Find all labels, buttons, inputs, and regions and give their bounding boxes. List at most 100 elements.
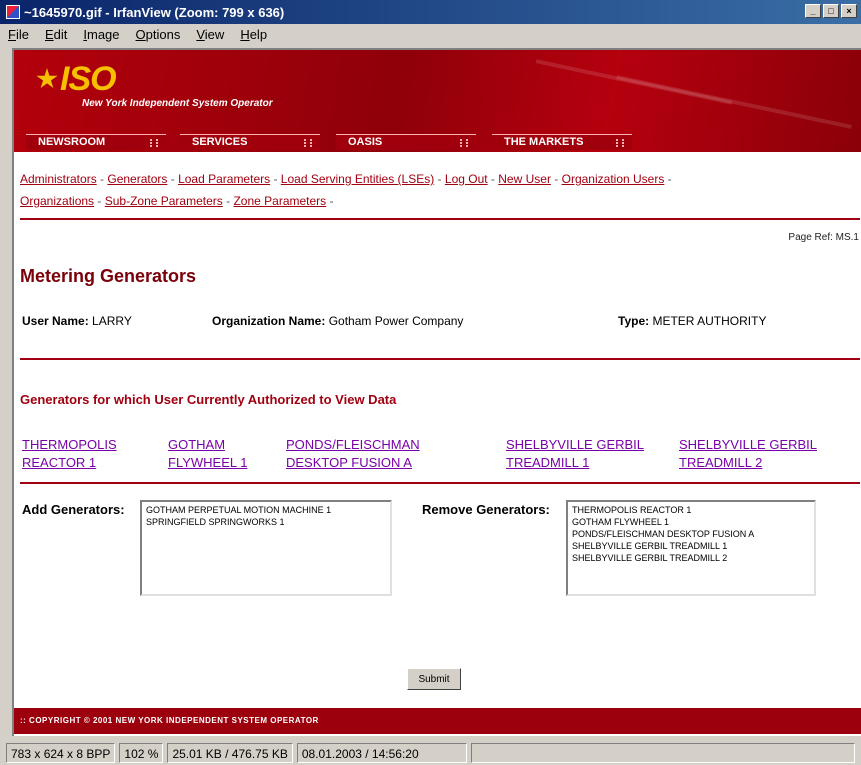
user-name-field: User Name: LARRY <box>22 314 132 328</box>
listbox-option[interactable]: SHELBYVILLE GERBIL TREADMILL 2 <box>572 552 810 564</box>
authorized-generators-list: THERMOPOLIS REACTOR 1 GOTHAM FLYWHEEL 1 PO… <box>14 436 861 476</box>
link-log-out[interactable]: Log Out <box>445 172 488 186</box>
type-label: Type: <box>618 314 650 328</box>
link-separator: - <box>94 194 105 208</box>
generator-link-ponds-fleischman-desktop-fusion-a[interactable]: PONDS/FLEISCHMAN DESKTOP FUSION A <box>286 436 446 472</box>
status-bar: 783 x 624 x 8 BPP 102 % 25.01 KB / 476.7… <box>0 740 861 765</box>
grip-icon <box>616 139 624 147</box>
listbox-option[interactable]: SHELBYVILLE GERBIL TREADMILL 1 <box>572 540 810 552</box>
menu-view[interactable]: View <box>196 27 224 42</box>
window-controls: _ □ × <box>805 4 857 18</box>
link-sub-zone-parameters[interactable]: Sub-Zone Parameters <box>105 194 223 208</box>
generator-link-line: FLYWHEEL 1 <box>168 455 248 470</box>
remove-generators-label: Remove Generators: <box>422 502 550 517</box>
generator-link-line: DESKTOP FUSION A <box>286 455 412 470</box>
menu-help[interactable]: Help <box>240 27 267 42</box>
tab-label: OASIS <box>348 136 383 148</box>
banner-streak <box>616 75 852 129</box>
page-ref: Page Ref: MS.1 <box>788 232 859 243</box>
organization-name-value: Gotham Power Company <box>328 314 464 328</box>
generator-link-line: THERMOPOLIS <box>22 437 117 452</box>
ny-state-logo-icon <box>36 68 58 89</box>
tab-label: NEWSROOM <box>38 136 106 148</box>
grip-icon <box>150 139 158 147</box>
type-value: METER AUTHORITY <box>652 314 767 328</box>
link-separator: - <box>487 172 499 186</box>
title-bar[interactable]: ~1645970.gif - IrfanView (Zoom: 799 x 63… <box>0 0 861 24</box>
generator-link-line: SHELBYVILLE GERBIL <box>506 437 645 452</box>
link-new-user[interactable]: New User <box>498 172 551 186</box>
listbox-option[interactable]: PONDS/FLEISCHMAN DESKTOP FUSION A <box>572 528 810 540</box>
menu-file[interactable]: File <box>8 27 29 42</box>
main-nav-tabs: NEWSROOM SERVICES OASIS THE MARKETS <box>14 134 861 152</box>
link-organizations[interactable]: Organizations <box>20 194 94 208</box>
listbox-option[interactable]: GOTHAM FLYWHEEL 1 <box>572 516 810 528</box>
submit-button[interactable]: Submit <box>407 668 461 690</box>
generator-link-line: TREADMILL 1 <box>506 455 590 470</box>
listbox-option[interactable]: THERMOPOLIS REACTOR 1 <box>572 504 810 516</box>
grip-icon <box>304 139 312 147</box>
link-separator: - <box>167 172 179 186</box>
generator-link-shelbyville-gerbil-treadmill-2[interactable]: SHELBYVILLE GERBIL TREADMILL 2 <box>679 436 839 472</box>
type-field: Type: METER AUTHORITY <box>618 314 766 328</box>
authorized-generators-heading: Generators for which User Currently Auth… <box>20 392 397 407</box>
nav-links-row-2: Organizations - Sub-Zone Parameters - Zo… <box>20 190 860 212</box>
link-separator: - <box>664 172 672 186</box>
generator-link-line: GOTHAM <box>168 437 226 452</box>
tab-newsroom[interactable]: NEWSROOM <box>26 134 166 150</box>
page-title: Metering Generators <box>20 266 197 286</box>
menu-image[interactable]: Image <box>83 27 119 42</box>
link-separator: - <box>434 172 445 186</box>
generator-link-line: PONDS/FLEISCHMAN <box>286 437 420 452</box>
divider <box>20 482 860 484</box>
page-content: Administrators - Generators - Load Param… <box>14 154 861 704</box>
link-load-serving-entities[interactable]: Load Serving Entities (LSEs) <box>281 172 434 186</box>
status-image-size: 783 x 624 x 8 BPP <box>6 742 116 763</box>
status-file-size: 25.01 KB / 476.75 KB <box>167 742 293 763</box>
listbox-option[interactable]: SPRINGFIELD SPRINGWORKS 1 <box>146 516 386 528</box>
link-separator: - <box>222 194 234 208</box>
generator-link-shelbyville-gerbil-treadmill-1[interactable]: SHELBYVILLE GERBIL TREADMILL 1 <box>506 436 666 472</box>
tab-label: SERVICES <box>192 136 248 148</box>
user-name-value: LARRY <box>92 314 132 328</box>
irfanview-window: ~1645970.gif - IrfanView (Zoom: 799 x 63… <box>0 0 861 765</box>
remove-generators-listbox[interactable]: THERMOPOLIS REACTOR 1 GOTHAM FLYWHEEL 1 … <box>566 500 816 596</box>
organization-name-label: Organization Name: <box>212 314 326 328</box>
generator-link-line: REACTOR 1 <box>22 455 97 470</box>
link-separator: - <box>326 194 334 208</box>
link-separator: - <box>270 172 281 186</box>
tab-oasis[interactable]: OASIS <box>336 134 476 150</box>
iso-banner: ISO New York Independent System Operator… <box>14 50 861 152</box>
iso-logo[interactable]: ISO <box>60 60 117 99</box>
copyright-footer: :: COPYRIGHT © 2001 NEW YORK INDEPENDENT… <box>14 708 861 734</box>
tab-the-markets[interactable]: THE MARKETS <box>492 134 632 150</box>
maximize-icon[interactable]: □ <box>823 4 839 18</box>
link-generators[interactable]: Generators <box>107 172 167 186</box>
status-empty-panel <box>470 742 855 763</box>
link-administrators[interactable]: Administrators <box>20 172 97 186</box>
close-icon[interactable]: × <box>841 4 857 18</box>
user-name-label: User Name: <box>22 314 89 328</box>
window-title: ~1645970.gif - IrfanView (Zoom: 799 x 63… <box>24 4 285 20</box>
generator-link-line: SHELBYVILLE GERBIL <box>679 437 818 452</box>
minimize-icon[interactable]: _ <box>805 4 821 18</box>
divider <box>20 358 860 360</box>
menu-edit[interactable]: Edit <box>45 27 67 42</box>
listbox-option[interactable]: GOTHAM PERPETUAL MOTION MACHINE 1 <box>146 504 386 516</box>
tab-label: THE MARKETS <box>504 136 584 148</box>
link-organization-users[interactable]: Organization Users <box>562 172 665 186</box>
divider <box>20 218 860 220</box>
add-generators-label: Add Generators: <box>22 502 125 517</box>
add-generators-listbox[interactable]: GOTHAM PERPETUAL MOTION MACHINE 1 SPRING… <box>140 500 392 596</box>
nav-links-row-1: Administrators - Generators - Load Param… <box>20 168 860 190</box>
status-date-time: 08.01.2003 / 14:56:20 <box>296 742 467 763</box>
link-separator: - <box>96 172 108 186</box>
tab-services[interactable]: SERVICES <box>180 134 320 150</box>
menu-options[interactable]: Options <box>136 27 181 42</box>
organization-name-field: Organization Name: Gotham Power Company <box>212 314 463 328</box>
generator-link-thermopolis-reactor-1[interactable]: THERMOPOLIS REACTOR 1 <box>22 436 162 472</box>
link-zone-parameters[interactable]: Zone Parameters <box>233 194 326 208</box>
link-load-parameters[interactable]: Load Parameters <box>178 172 270 186</box>
menu-bar: File Edit Image Options View Help <box>0 24 861 44</box>
grip-icon <box>460 139 468 147</box>
